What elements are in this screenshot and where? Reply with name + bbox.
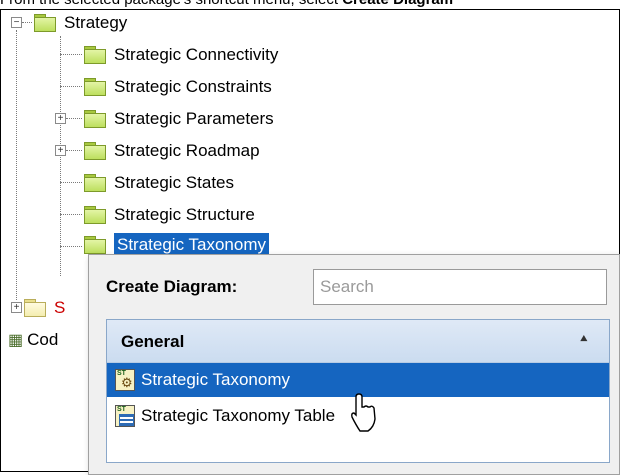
- tree-item-label: Strategic Parameters: [114, 109, 274, 128]
- tree-item-partial[interactable]: S: [24, 293, 65, 323]
- tree-connector-line: [22, 22, 32, 23]
- strategic-taxonomy-table-icon: [115, 405, 135, 427]
- strategic-taxonomy-diagram-icon: [115, 369, 135, 391]
- tree-item-label: S: [54, 298, 66, 317]
- create-diagram-popup: Create Diagram: General ⯅︎ Strategic Tax…: [88, 254, 620, 475]
- tree-connector-line: [60, 214, 82, 215]
- tree-item-label: Cod: [27, 330, 59, 349]
- list-item-strategic-taxonomy[interactable]: Strategic Taxonomy: [107, 363, 609, 397]
- tree-item-label: Strategic Connectivity: [114, 45, 279, 64]
- caption-text: From the selected package's shortcut men…: [0, 0, 342, 8]
- tree-item-strategic-states[interactable]: Strategic States: [84, 168, 234, 198]
- tree-connector-line: [16, 30, 17, 300]
- tree-item-strategic-constraints[interactable]: Strategic Constraints: [84, 72, 272, 102]
- list-item-label: Strategic Taxonomy Table: [141, 406, 336, 425]
- diagram-type-list: General ⯅︎ Strategic Taxonomy Strategic …: [106, 319, 610, 463]
- tree-item-strategic-connectivity[interactable]: Strategic Connectivity: [84, 40, 278, 70]
- tree-item-label: Strategic Roadmap: [114, 141, 260, 160]
- search-input[interactable]: [313, 269, 607, 305]
- expand-toggle-icon[interactable]: +: [55, 145, 66, 156]
- package-folder-icon: [34, 14, 56, 32]
- tree-connector-line: [60, 36, 61, 276]
- tree-item-strategic-parameters[interactable]: Strategic Parameters: [84, 104, 274, 134]
- tree-connector-line: [66, 118, 82, 119]
- tree-item-strategic-roadmap[interactable]: Strategic Roadmap: [84, 136, 260, 166]
- group-label: General: [121, 332, 185, 351]
- expand-toggle-icon[interactable]: +: [55, 113, 66, 124]
- package-folder-icon: [24, 299, 46, 317]
- group-header-general[interactable]: General ⯅︎: [107, 320, 609, 363]
- tree-connector-line: [60, 86, 82, 87]
- list-item-label: Strategic Taxonomy: [141, 370, 290, 389]
- tree-item-code[interactable]: ▦ Cod: [8, 325, 58, 355]
- tree-connector-line: [60, 54, 82, 55]
- package-folder-icon: [84, 174, 106, 192]
- package-folder-icon: [84, 142, 106, 160]
- tree-connector-line: [66, 150, 82, 151]
- package-folder-icon: [84, 236, 106, 254]
- package-folder-icon: [84, 110, 106, 128]
- tree-connector-line: [60, 246, 82, 247]
- collapse-toggle-icon[interactable]: −: [11, 17, 22, 28]
- code-engineering-icon: ▦: [8, 332, 24, 349]
- double-chevron-up-icon[interactable]: ⯅︎: [579, 331, 589, 347]
- mouse-cursor-icon: [351, 393, 376, 432]
- tree-item-label: Strategy: [64, 13, 128, 32]
- package-folder-icon: [84, 78, 106, 96]
- package-folder-icon: [84, 206, 106, 224]
- tree-item-label: Strategic States: [114, 173, 235, 192]
- tree-item-label: Strategic Structure: [114, 205, 255, 224]
- caption-bold-text: Create Diagram: [342, 0, 453, 8]
- tree-item-label: Strategic Constraints: [114, 77, 272, 96]
- tree-connector-line: [60, 182, 82, 183]
- popup-title: Create Diagram:: [106, 277, 238, 296]
- tree-item-strategic-structure[interactable]: Strategic Structure: [84, 200, 255, 230]
- expand-toggle-icon[interactable]: +: [11, 302, 22, 313]
- package-folder-icon: [84, 46, 106, 64]
- tree-item-strategy[interactable]: Strategy: [34, 8, 127, 38]
